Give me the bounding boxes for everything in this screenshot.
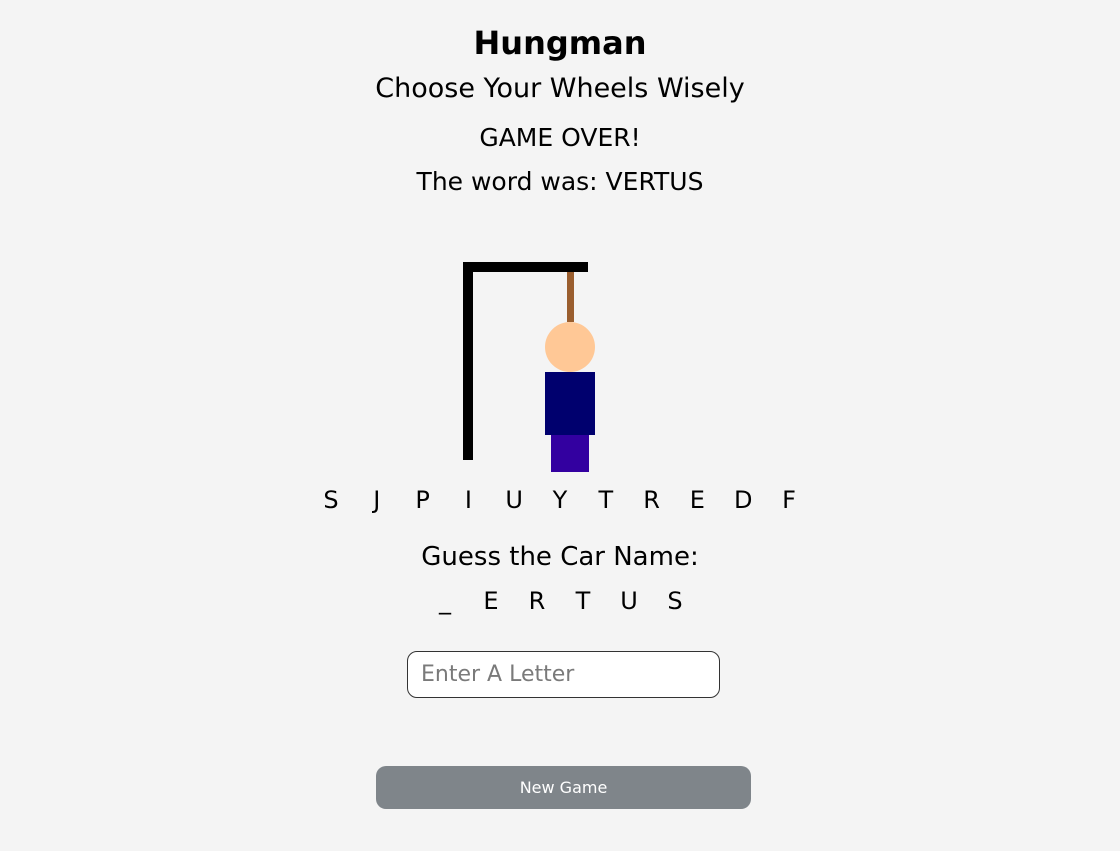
word-slot: U xyxy=(620,587,638,615)
word-slot: _ xyxy=(439,587,451,615)
word-slot: T xyxy=(575,587,591,615)
gallows-post xyxy=(463,262,473,460)
word-slot: E xyxy=(483,587,499,615)
guessed-letter: T xyxy=(598,486,614,514)
guessed-letters: S J P I U Y T R E D F xyxy=(0,484,1120,516)
hangman-legs xyxy=(551,435,589,472)
guessed-letter: E xyxy=(689,486,705,514)
gallows-rope xyxy=(567,272,574,322)
guessed-letter: J xyxy=(373,486,381,514)
word-slot: R xyxy=(528,587,546,615)
word-slots: _ E R T U S xyxy=(0,585,1120,617)
word-slot: S xyxy=(667,587,683,615)
guessed-letter: Y xyxy=(552,486,568,514)
word-reveal-message: The word was: VERTUS xyxy=(416,167,704,196)
guessed-letter: S xyxy=(323,486,339,514)
guessed-letter: P xyxy=(415,486,430,514)
hangman-torso xyxy=(545,372,595,435)
guess-prompt: Guess the Car Name: xyxy=(421,542,699,572)
page-subtitle: Choose Your Wheels Wisely xyxy=(375,73,745,104)
guessed-letter: D xyxy=(733,486,753,514)
page-title: Hungman xyxy=(473,24,647,62)
gallows-beam xyxy=(463,262,588,272)
new-game-button[interactable]: New Game xyxy=(376,766,751,809)
game-over-message: GAME OVER! xyxy=(479,123,641,152)
hangman-head xyxy=(545,322,595,372)
guessed-letter: I xyxy=(464,486,472,514)
guessed-letter: F xyxy=(782,486,796,514)
guessed-letter: R xyxy=(643,486,660,514)
letter-input[interactable] xyxy=(407,651,720,698)
guessed-letter: U xyxy=(505,486,523,514)
game-page: Hungman Choose Your Wheels Wisely GAME O… xyxy=(0,0,1120,851)
